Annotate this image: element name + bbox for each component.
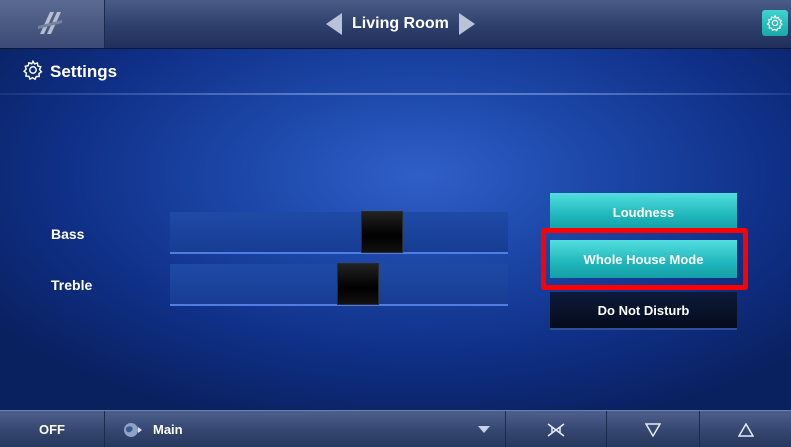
- page-title: Settings: [50, 62, 118, 81]
- mute-icon: [547, 422, 565, 437]
- arrow-right-icon[interactable]: [458, 13, 475, 35]
- gear-icon: [766, 14, 783, 32]
- bass-label: Bass: [51, 226, 85, 242]
- loudness-button[interactable]: Loudness: [550, 193, 737, 231]
- page-header: Settings: [0, 52, 791, 92]
- off-button[interactable]: OFF: [0, 411, 104, 447]
- chevron-down-icon[interactable]: [478, 426, 490, 433]
- mute-button[interactable]: [506, 411, 606, 447]
- source-label: Main: [153, 422, 183, 437]
- selection-highlight: [541, 228, 748, 290]
- do-not-disturb-label: Do Not Disturb: [597, 302, 690, 318]
- treble-slider-thumb[interactable]: [337, 263, 379, 305]
- bottom-bar: OFF Main: [0, 410, 791, 447]
- volume-up-icon: [737, 422, 754, 437]
- source-globe-icon: [124, 422, 142, 437]
- loudness-label: Loudness: [612, 204, 675, 220]
- treble-slider[interactable]: [170, 263, 508, 306]
- room-navigator: Living Room: [326, 10, 475, 38]
- off-label: OFF: [39, 422, 65, 437]
- settings-screen: Living Room Settings Bass Treble Loudnes…: [0, 0, 791, 447]
- arrow-left-icon[interactable]: [326, 13, 342, 35]
- room-title: Living Room: [352, 15, 449, 32]
- treble-label: Treble: [51, 277, 93, 293]
- logo-icon: [38, 12, 62, 34]
- volume-up-button[interactable]: [700, 411, 791, 447]
- top-bar: Living Room: [0, 0, 791, 49]
- bass-slider-thumb[interactable]: [361, 211, 403, 253]
- settings-button[interactable]: [762, 10, 788, 36]
- do-not-disturb-button[interactable]: Do Not Disturb: [550, 292, 737, 330]
- volume-down-icon: [645, 422, 661, 437]
- volume-down-button[interactable]: [607, 411, 699, 447]
- header-divider: [0, 93, 791, 95]
- source-selector[interactable]: Main: [105, 411, 505, 447]
- gear-icon: [23, 59, 43, 81]
- bass-slider[interactable]: [170, 211, 508, 254]
- logo-button[interactable]: [0, 0, 105, 48]
